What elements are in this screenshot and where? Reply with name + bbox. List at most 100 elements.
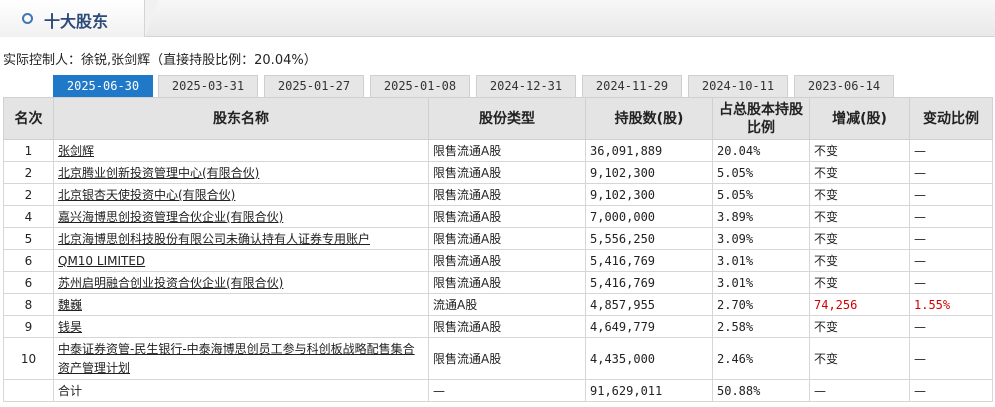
table-row: 4 嘉兴海博思创投资管理合伙企业(有限合伙) 限售流通A股 7,000,000 3.89… — [3, 205, 993, 228]
shares-held-cell: 36,091,889 — [585, 139, 713, 162]
change-cell: 不变 — [809, 161, 910, 184]
total-type: — — [428, 379, 586, 402]
shares-held-cell: 4,435,000 — [585, 337, 713, 380]
header-rank: 名次 — [3, 97, 54, 140]
actual-controller-line: 实际控制人：徐锐,张剑辉（直接持股比例：20.04%） — [3, 49, 317, 68]
actual-controller-label: 实际控制人：徐锐,张剑辉 — [3, 53, 151, 68]
date-tab-2025-06-30[interactable]: 2025-06-30 — [53, 75, 153, 97]
change-ratio-cell: — — [909, 183, 993, 206]
holding-ratio-cell: 3.89% — [712, 205, 810, 228]
header-holding-ratio: 占总股本持股比例 — [712, 97, 810, 140]
shares-held-cell: 5,416,769 — [585, 271, 713, 294]
share-type-cell: 限售流通A股 — [428, 139, 586, 162]
holder-name-link[interactable]: QM10 LIMITED — [58, 254, 145, 268]
table-row: 10 中泰证券资管-民生银行-中泰海博思创员工参与科创板战略配售集合资产管理计划限… — [3, 337, 993, 380]
change-ratio-cell: — — [909, 315, 993, 338]
date-tab-2023-06-14[interactable]: 2023-06-14 — [794, 75, 894, 97]
date-tab-2024-10-11[interactable]: 2024-10-11 — [688, 75, 788, 97]
date-tab-2025-01-27[interactable]: 2025-01-27 — [264, 75, 364, 97]
share-type-cell: 限售流通A股 — [428, 249, 586, 272]
table-row: 8 魏巍 流通A股 4,857,955 2.70% 74,256 1.55% — [3, 293, 993, 316]
holder-name-link[interactable]: 中泰证券资管-民生银行-中泰海博思创员工参与科创板战略配售集合资产管理计划 — [58, 342, 415, 375]
share-type-cell: 流通A股 — [428, 293, 586, 316]
table-row: 2 北京腾业创新投资管理中心(有限合伙) 限售流通A股 9,102,300 5.05% 不… — [3, 161, 993, 184]
total-row: 合计 —91,629,011 50.88% — — — [3, 379, 993, 402]
table-row: 5 北京海博思创科技股份有限公司未确认持有人证券专用账户 限售流通A股 5,556,2… — [3, 227, 993, 250]
date-tab-2024-12-31[interactable]: 2024-12-31 — [476, 75, 576, 97]
holder-name-cell: 北京海博思创科技股份有限公司未确认持有人证券专用账户 — [53, 227, 429, 250]
header-change: 增减(股) — [809, 97, 910, 140]
change-cell: 74,256 — [809, 293, 910, 316]
total-change: — — [809, 379, 910, 402]
share-type-cell: 限售流通A股 — [428, 337, 586, 380]
holding-ratio-cell: 5.05% — [712, 161, 810, 184]
section-title: 十大股东 — [44, 12, 109, 31]
total-shares: 91,629,011 — [585, 379, 713, 402]
holder-name-link[interactable]: 北京银杏天使投资中心(有限合伙) — [58, 188, 235, 202]
share-type-cell: 限售流通A股 — [428, 183, 586, 206]
section-header-tab: 十大股东 — [0, 0, 159, 37]
shares-held-cell: 4,857,955 — [585, 293, 713, 316]
section-header: 十大股东 — [0, 0, 995, 37]
header-holder-name: 股东名称 — [53, 97, 429, 140]
shares-held-cell: 5,556,250 — [585, 227, 713, 250]
rank-cell — [3, 379, 54, 402]
rank-cell: 2 — [3, 161, 54, 184]
rank-cell: 1 — [3, 139, 54, 162]
holder-name-link[interactable]: 钱昊 — [58, 320, 82, 334]
share-type-cell: 限售流通A股 — [428, 227, 586, 250]
date-tab-2025-01-08[interactable]: 2025-01-08 — [370, 75, 470, 97]
change-cell: 不变 — [809, 205, 910, 228]
shares-held-cell: 4,649,779 — [585, 315, 713, 338]
rank-cell: 4 — [3, 205, 54, 228]
holder-name-link[interactable]: 北京腾业创新投资管理中心(有限合伙) — [58, 166, 259, 180]
share-type-cell: 限售流通A股 — [428, 161, 586, 184]
holder-name-link[interactable]: 苏州启明融合创业投资合伙企业(有限合伙) — [58, 276, 283, 290]
total-change-ratio: — — [909, 379, 993, 402]
header-shares-held: 持股数(股) — [585, 97, 713, 140]
holder-name-cell: 北京腾业创新投资管理中心(有限合伙) — [53, 161, 429, 184]
direct-holding-ratio: （直接持股比例：20.04%） — [150, 53, 317, 68]
header-change-ratio: 变动比例 — [909, 97, 993, 140]
date-tab-2024-11-29[interactable]: 2024-11-29 — [582, 75, 682, 97]
shares-held-cell: 9,102,300 — [585, 161, 713, 184]
total-label: 合计 — [53, 379, 429, 402]
change-ratio-cell: — — [909, 205, 993, 228]
holding-ratio-cell: 3.01% — [712, 249, 810, 272]
holder-name-link[interactable]: 北京海博思创科技股份有限公司未确认持有人证券专用账户 — [58, 232, 370, 246]
rank-cell: 10 — [3, 337, 54, 380]
change-ratio-cell: 1.55% — [909, 293, 993, 316]
rank-cell: 8 — [3, 293, 54, 316]
holder-name-cell: 苏州启明融合创业投资合伙企业(有限合伙) — [53, 271, 429, 294]
table-row: 2 北京银杏天使投资中心(有限合伙) 限售流通A股 9,102,300 5.05% 不变 — — [3, 183, 993, 206]
holder-name-link[interactable]: 张剑辉 — [58, 144, 94, 158]
holding-ratio-cell: 2.46% — [712, 337, 810, 380]
change-cell: 不变 — [809, 139, 910, 162]
rank-cell: 9 — [3, 315, 54, 338]
shares-held-cell: 5,416,769 — [585, 249, 713, 272]
holder-name-link[interactable]: 魏巍 — [58, 298, 82, 312]
change-cell: 不变 — [809, 271, 910, 294]
shares-held-cell: 9,102,300 — [585, 183, 713, 206]
shares-held-cell: 7,000,000 — [585, 205, 713, 228]
holding-ratio-cell: 20.04% — [712, 139, 810, 162]
table-row: 6 苏州启明融合创业投资合伙企业(有限合伙) 限售流通A股 5,416,769 3.01… — [3, 271, 993, 294]
rank-cell: 5 — [3, 227, 54, 250]
holding-ratio-cell: 5.05% — [712, 183, 810, 206]
total-ratio: 50.88% — [712, 379, 810, 402]
holder-name-cell: 嘉兴海博思创投资管理合伙企业(有限合伙) — [53, 205, 429, 228]
change-cell: 不变 — [809, 227, 910, 250]
holder-name-cell: 钱昊 — [53, 315, 429, 338]
change-ratio-cell: — — [909, 227, 993, 250]
rank-cell: 2 — [3, 183, 54, 206]
holder-name-cell: 北京银杏天使投资中心(有限合伙) — [53, 183, 429, 206]
holder-name-link[interactable]: 嘉兴海博思创投资管理合伙企业(有限合伙) — [58, 210, 283, 224]
table-row: 1 张剑辉 限售流通A股 36,091,889 20.04% 不变 — — [3, 139, 993, 162]
change-ratio-cell: — — [909, 161, 993, 184]
change-cell: 不变 — [809, 183, 910, 206]
holding-ratio-cell: 2.58% — [712, 315, 810, 338]
holder-name-cell: 魏巍 — [53, 293, 429, 316]
change-ratio-cell: — — [909, 337, 993, 380]
date-tab-2025-03-31[interactable]: 2025-03-31 — [158, 75, 258, 97]
change-cell: 不变 — [809, 337, 910, 380]
